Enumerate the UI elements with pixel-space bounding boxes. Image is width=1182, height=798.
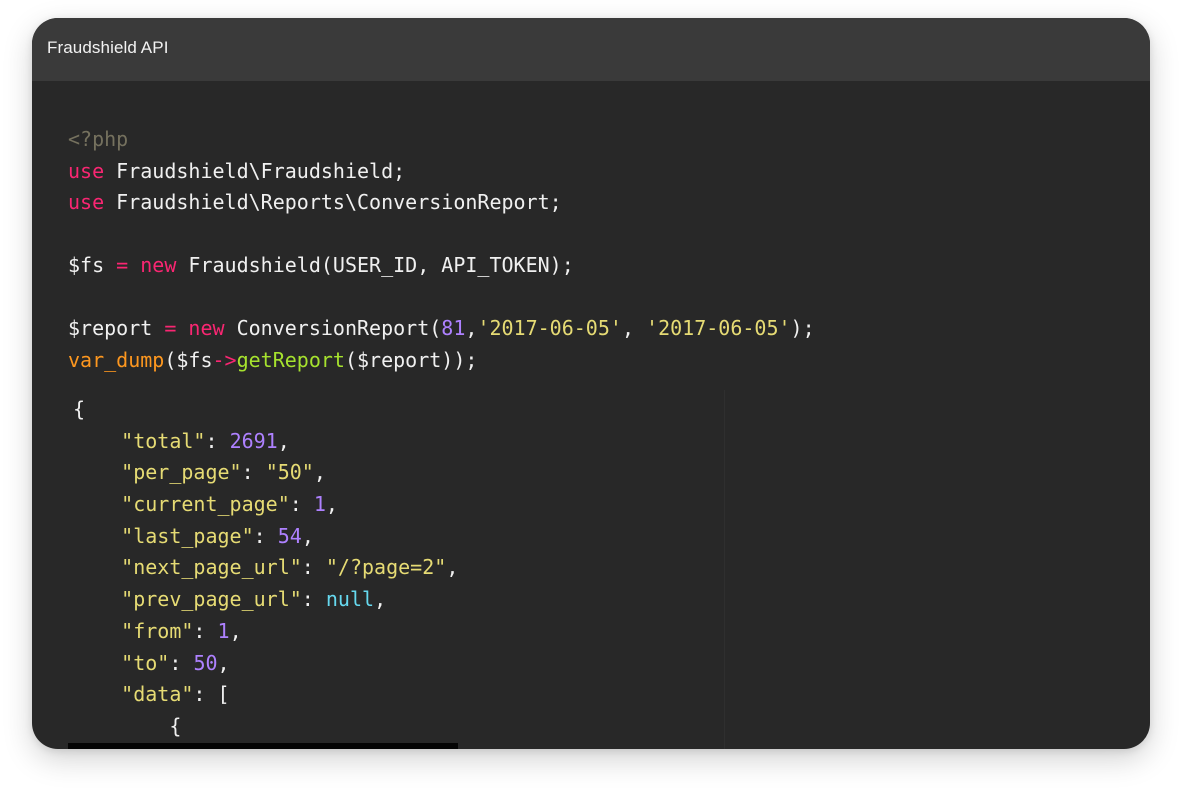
json-separator: : — [193, 618, 218, 643]
php-open-tag: <?php — [68, 127, 129, 151]
operator: = — [164, 316, 177, 340]
json-row: "from": 1, — [73, 616, 458, 648]
json-separator: : — [253, 523, 278, 548]
closing: ); — [790, 316, 815, 340]
string-literal: '2017-06-05' — [646, 316, 791, 340]
json-row: "per_page": "50", — [73, 457, 458, 489]
json-value: 50 — [193, 650, 218, 675]
json-key: "data" — [121, 682, 194, 707]
php-code-block: <?php use Fraudshield\Fraudshield; use Fra… — [68, 124, 815, 376]
report-assignment: $report = new ConversionReport(81,'2017-… — [68, 313, 815, 345]
json-separator: : — [241, 460, 266, 485]
json-row: "prev_page_url": null, — [73, 584, 458, 616]
constructor-call: Fraudshield(USER_ID, API_TOKEN); — [176, 253, 574, 277]
json-key: "from" — [121, 618, 194, 643]
use-statement-2: use Fraudshield\Reports\ConversionReport… — [68, 187, 815, 219]
json-value: 2691 — [229, 428, 278, 453]
number-literal: 81 — [441, 316, 466, 340]
json-tail: , — [277, 428, 290, 453]
json-value: "50" — [265, 460, 314, 485]
operator: = — [116, 253, 129, 277]
json-separator: : — [301, 587, 326, 612]
json-inner-brace: { — [73, 711, 458, 743]
json-value: null — [325, 587, 375, 612]
code-window: Fraudshield API <?php use Fraudshield\Fra… — [32, 18, 1150, 749]
json-row: "to": 50, — [73, 648, 458, 680]
namespace-text: Fraudshield\Fraudshield; — [104, 158, 406, 183]
var-dump-call: var_dump($fs->getReport($report)); — [68, 345, 815, 377]
comma: , — [465, 316, 478, 340]
json-tail: , — [446, 555, 459, 580]
json-value: 1 — [217, 618, 230, 643]
json-tail: , — [217, 650, 230, 675]
scrollbar[interactable] — [68, 743, 458, 749]
new-keyword: new — [188, 316, 225, 340]
json-open-brace: { — [73, 397, 86, 421]
json-row: "last_page": 54, — [73, 521, 458, 553]
json-row: "current_page": 1, — [73, 489, 458, 521]
json-tail: , — [313, 460, 326, 485]
new-keyword: new — [140, 253, 177, 277]
json-value: [ — [217, 682, 230, 707]
json-tail: , — [374, 587, 387, 612]
json-key: "per_page" — [121, 460, 242, 485]
json-row: "data": [ — [73, 679, 458, 711]
json-row: "next_page_url": "/?page=2", — [73, 552, 458, 584]
fs-assignment: $fs = new Fraudshield(USER_ID, API_TOKEN… — [68, 250, 815, 282]
json-value: 1 — [313, 492, 326, 517]
json-value: 54 — [277, 523, 302, 548]
use-keyword: use — [68, 190, 105, 214]
json-key: "to" — [121, 650, 170, 675]
arg-close: ($report)); — [344, 347, 478, 372]
json-separator: : — [193, 682, 218, 707]
json-separator: : — [169, 650, 194, 675]
pane-divider — [724, 390, 725, 749]
class-name: ConversionReport( — [224, 316, 442, 340]
brace: { — [169, 713, 182, 738]
arg-open: ($fs — [164, 347, 213, 372]
method-name: getReport — [236, 347, 345, 372]
json-separator: : — [205, 428, 230, 453]
variable: $report — [68, 316, 165, 340]
namespace-text: Fraudshield\Reports\ConversionReport; — [104, 190, 562, 214]
use-keyword: use — [68, 158, 105, 183]
comma: , — [621, 316, 647, 340]
json-tail: , — [229, 618, 242, 643]
variable: $fs — [68, 253, 117, 277]
json-value: "/?page=2" — [325, 555, 447, 580]
json-row: "total": 2691, — [73, 426, 458, 458]
use-statement-1: use Fraudshield\Fraudshield; — [68, 156, 815, 188]
json-output-block: { "total": 2691, "per_page": "50", "curr… — [73, 394, 458, 743]
json-key: "total" — [121, 428, 206, 453]
json-key: "current_page" — [121, 492, 290, 517]
window-title: Fraudshield API — [47, 38, 169, 57]
json-key: "next_page_url" — [121, 555, 302, 580]
json-key: "prev_page_url" — [121, 587, 302, 612]
json-tail: , — [301, 523, 314, 548]
json-key: "last_page" — [121, 523, 254, 548]
arrow-operator: -> — [212, 347, 237, 372]
json-separator: : — [289, 492, 314, 517]
builtin-function: var_dump — [68, 347, 165, 372]
json-separator: : — [301, 555, 326, 580]
json-tail: , — [325, 492, 338, 517]
title-bar: Fraudshield API — [32, 18, 1150, 81]
string-literal: '2017-06-05' — [477, 316, 622, 340]
